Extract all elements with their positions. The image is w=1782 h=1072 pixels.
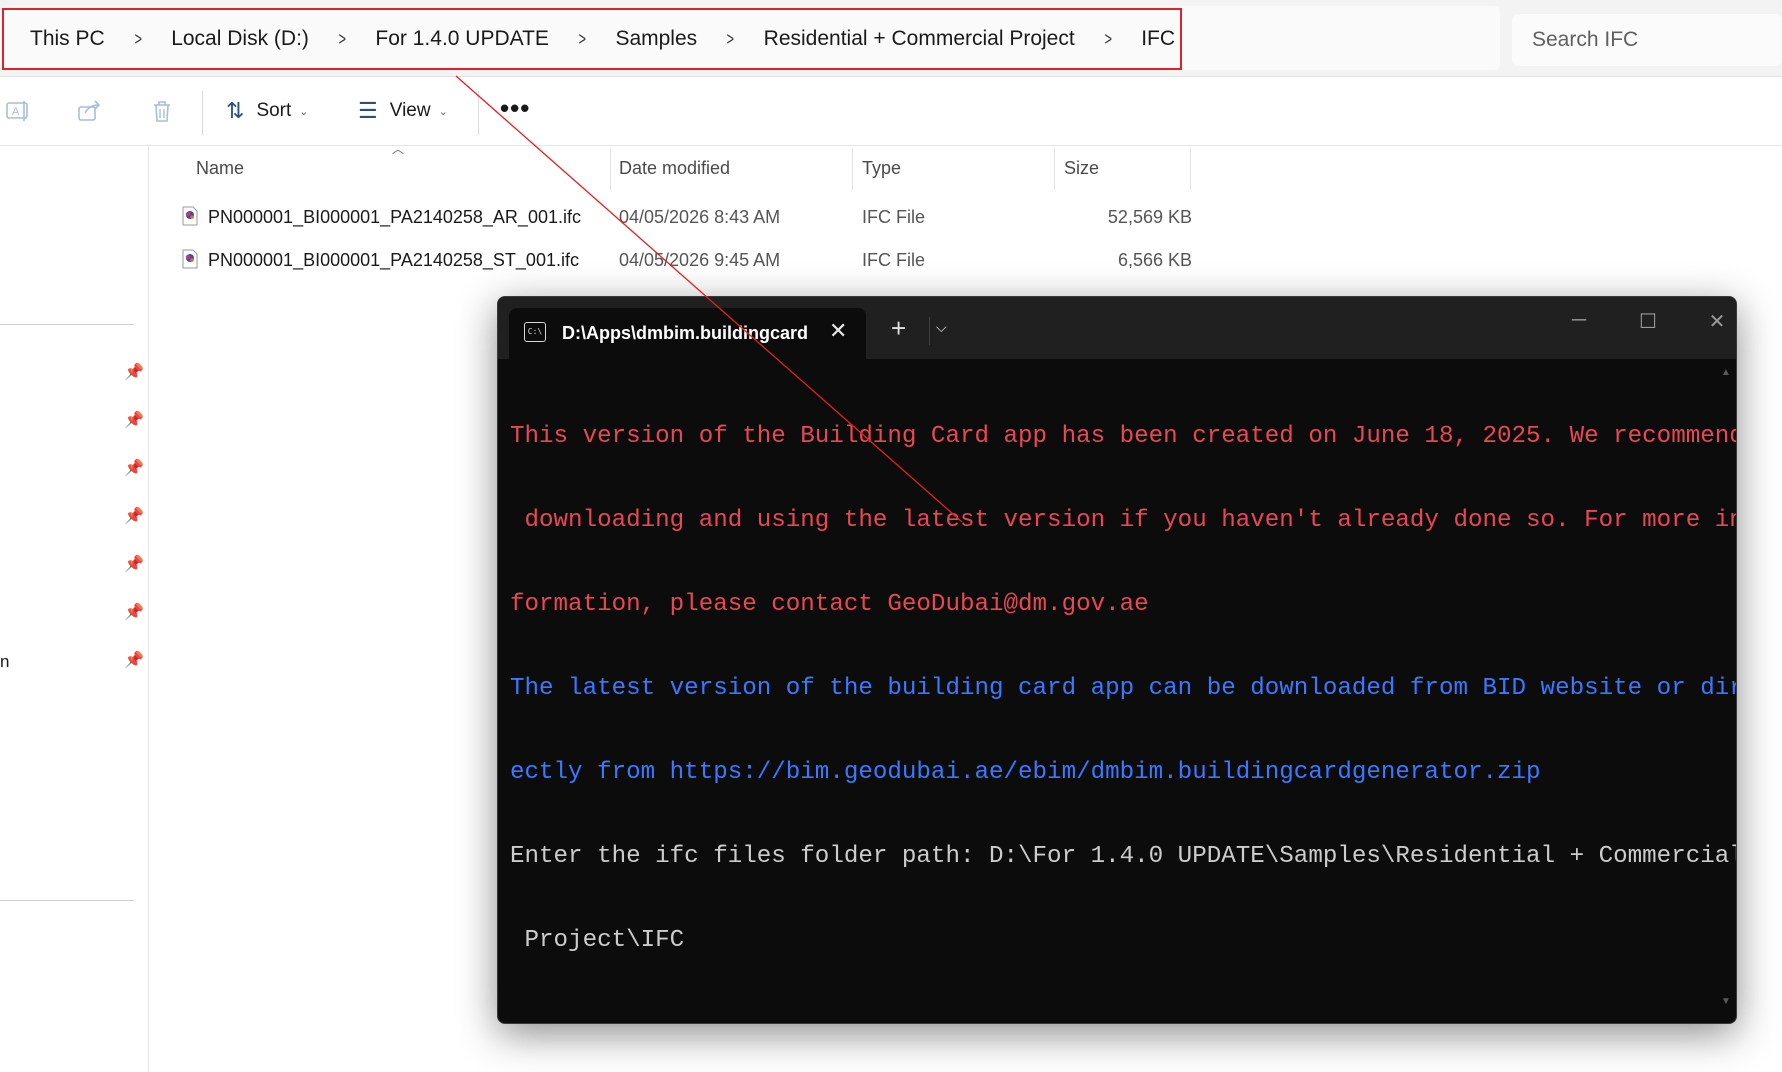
nav-divider	[0, 324, 134, 325]
share-icon[interactable]	[76, 99, 104, 125]
explorer-address-bar: This PC > Local Disk (D:) > For 1.4.0 UP…	[0, 0, 1782, 77]
toolbar-divider	[478, 91, 479, 135]
sort-button[interactable]: ⇅ Sort ⌄	[226, 95, 309, 127]
search-placeholder: Search IFC	[1532, 28, 1639, 51]
scroll-up-icon[interactable]: ▲	[1720, 367, 1732, 378]
terminal-titlebar[interactable]: C:\ D:\Apps\dmbim.buildingcard ✕ + ⌵ ─ ☐…	[498, 297, 1736, 360]
search-input[interactable]: Search IFC	[1512, 14, 1782, 66]
terminal-icon: C:\	[524, 322, 546, 342]
tab-divider	[929, 317, 930, 345]
file-date: 04/05/2026 9:45 AM	[619, 249, 781, 270]
chevron-right-icon[interactable]: >	[338, 29, 345, 50]
terminal-line: ectly from https://bim.geodubai.ae/ebim/…	[510, 759, 1541, 786]
pin-icon[interactable]: 📌	[124, 362, 144, 382]
terminal-line: The latest version of the building card …	[510, 675, 1737, 702]
breadcrumb-samples[interactable]: Samples	[615, 27, 697, 51]
breadcrumb-ifc[interactable]: IFC	[1141, 27, 1175, 51]
column-header-date[interactable]: Date modified	[619, 146, 730, 190]
sort-ascending-icon: ︿	[392, 142, 405, 156]
nav-divider	[0, 900, 134, 901]
file-type: IFC File	[862, 206, 925, 227]
navigation-pane: 📌 📌 📌 📌 📌 📌 📌 n	[0, 146, 149, 1072]
close-window-icon[interactable]: ✕	[1697, 309, 1736, 334]
breadcrumb-project[interactable]: Residential + Commercial Project	[764, 27, 1075, 51]
chevron-right-icon[interactable]: >	[578, 29, 585, 50]
maximize-icon[interactable]: ☐	[1628, 309, 1668, 334]
new-tab-icon[interactable]: +	[891, 315, 906, 341]
chevron-down-icon: ⌄	[438, 105, 448, 118]
view-button[interactable]: ☰ View ⌄	[358, 95, 448, 127]
view-icon: ☰	[358, 98, 378, 123]
sort-icon: ⇅	[226, 98, 245, 123]
terminal-line: downloading and using the latest version…	[510, 507, 1737, 534]
file-type: IFC File	[862, 249, 925, 270]
column-divider[interactable]	[1190, 148, 1191, 190]
terminal-tab[interactable]: C:\ D:\Apps\dmbim.buildingcard ✕	[509, 308, 866, 360]
tab-title: D:\Apps\dmbim.buildingcard	[562, 323, 807, 343]
nav-item-label[interactable]: n	[0, 652, 9, 672]
breadcrumb: This PC > Local Disk (D:) > For 1.4.0 UP…	[2, 8, 1182, 70]
pin-icon[interactable]: 📌	[124, 506, 144, 526]
file-size: 52,569 KB	[1107, 206, 1192, 227]
terminal-line: This version of the Building Card app ha…	[510, 423, 1737, 450]
chevron-down-icon: ⌄	[299, 105, 309, 118]
file-name: PN000001_BI000001_PA2140258_ST_001.ifc	[208, 249, 579, 270]
ifc-file-icon	[182, 249, 198, 269]
pin-icon[interactable]: 📌	[124, 410, 144, 430]
rename-icon[interactable]: A	[4, 99, 32, 125]
column-header-type[interactable]: Type	[862, 146, 901, 190]
pin-icon[interactable]: 📌	[124, 554, 144, 574]
chevron-right-icon[interactable]: >	[727, 29, 734, 50]
minimize-icon[interactable]: ─	[1559, 309, 1599, 332]
terminal-scrollbar[interactable]: ▲ ▼	[1720, 367, 1732, 1007]
command-bar: A ⇅ Sort ⌄ ☰ View ⌄ •••	[0, 77, 1782, 146]
more-options-icon[interactable]: •••	[500, 93, 530, 124]
ifc-file-icon	[182, 206, 198, 226]
column-divider[interactable]	[610, 148, 611, 190]
delete-icon[interactable]	[148, 99, 176, 125]
terminal-line: Enter the ifc files folder path: D:\For …	[510, 843, 1737, 870]
terminal-line: Project\IFC	[510, 927, 685, 954]
breadcrumb-this-pc[interactable]: This PC	[30, 27, 105, 51]
pin-icon[interactable]: 📌	[124, 602, 144, 622]
view-label: View	[389, 100, 431, 121]
close-tab-icon[interactable]: ✕	[829, 318, 847, 344]
toolbar-divider	[202, 91, 203, 135]
chevron-down-icon[interactable]: ⌵	[936, 319, 947, 336]
terminal-output[interactable]: This version of the Building Card app ha…	[510, 367, 1737, 1011]
sort-label: Sort	[256, 100, 292, 121]
column-header-name[interactable]: Name	[196, 146, 244, 190]
file-row[interactable]: PN000001_BI000001_PA2140258_ST_001.ifc 0…	[176, 240, 1192, 280]
terminal-line: formation, please contact GeoDubai@dm.go…	[510, 591, 1149, 618]
file-size: 6,566 KB	[1117, 249, 1192, 270]
file-date: 04/05/2026 8:43 AM	[619, 206, 781, 227]
column-divider[interactable]	[1054, 148, 1055, 190]
file-name: PN000001_BI000001_PA2140258_AR_001.ifc	[208, 206, 581, 227]
breadcrumb-local-disk[interactable]: Local Disk (D:)	[171, 27, 309, 51]
column-header-size[interactable]: Size	[1064, 146, 1099, 190]
terminal-window[interactable]: C:\ D:\Apps\dmbim.buildingcard ✕ + ⌵ ─ ☐…	[497, 296, 1737, 1024]
scroll-down-icon[interactable]: ▼	[1720, 996, 1732, 1007]
breadcrumb-update-folder[interactable]: For 1.4.0 UPDATE	[375, 27, 549, 51]
column-divider[interactable]	[852, 148, 853, 190]
svg-text:A: A	[12, 106, 20, 118]
chevron-right-icon[interactable]: >	[134, 29, 141, 50]
pin-icon[interactable]: 📌	[124, 650, 144, 670]
pin-icon[interactable]: 📌	[124, 458, 144, 478]
chevron-right-icon[interactable]: >	[1104, 29, 1111, 50]
file-row[interactable]: PN000001_BI000001_PA2140258_AR_001.ifc 0…	[176, 197, 1192, 237]
